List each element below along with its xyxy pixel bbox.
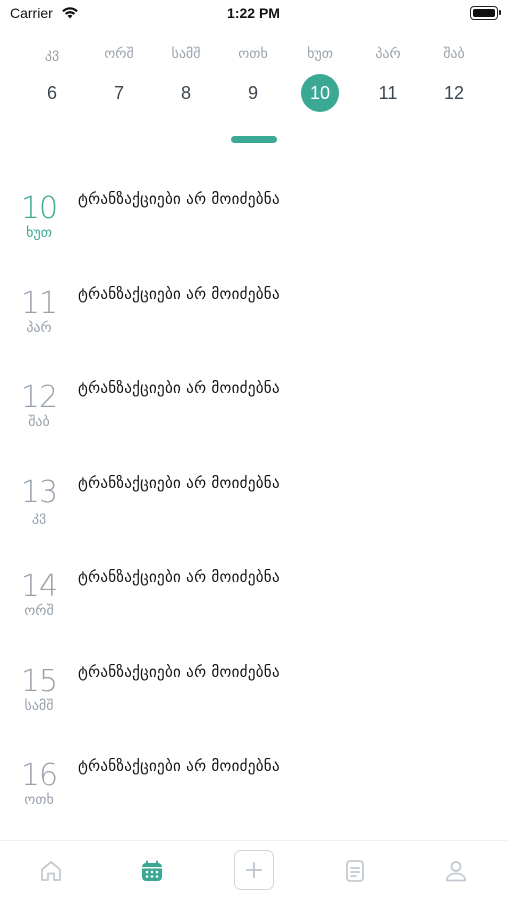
week-day-7[interactable]: ორშ 7 xyxy=(89,40,149,120)
drag-handle[interactable] xyxy=(231,136,277,143)
day-row[interactable]: 13 კვ ტრანზაქციები არ მოიძებნა xyxy=(0,454,507,549)
date-block: 14 ორშ xyxy=(8,570,70,620)
empty-transactions-message: ტრანზაქციები არ მოიძებნა xyxy=(78,379,280,397)
date-number: 11 xyxy=(20,285,58,321)
empty-transactions-message: ტრანზაქციები არ მოიძებნა xyxy=(78,757,280,775)
day-row[interactable]: 16 ოთხ ტრანზაქციები არ მოიძებნა xyxy=(0,737,507,832)
status-time: 1:22 PM xyxy=(227,5,280,21)
tab-profile[interactable] xyxy=(436,851,476,891)
date-block: 13 კვ xyxy=(8,474,70,526)
date-block: 16 ოთხ xyxy=(8,759,70,809)
date-number: 10 xyxy=(20,191,58,226)
home-icon xyxy=(38,858,64,884)
status-bar: Carrier 1:22 PM xyxy=(0,0,507,30)
screen: Carrier 1:22 PM კვ 6 ორშ 7 სამშ 8 ოთხ 9 … xyxy=(0,0,507,900)
week-day-9[interactable]: ოთხ 9 xyxy=(223,40,283,120)
empty-transactions-message: ტრანზაქციები არ მოიძებნა xyxy=(78,284,280,303)
date-block: 11 პარ xyxy=(8,285,70,337)
profile-icon xyxy=(443,858,469,884)
tab-reports[interactable] xyxy=(335,851,375,891)
tab-bar xyxy=(0,840,507,900)
date-weekday: პარ xyxy=(26,319,52,336)
date-block: 10 ხუთ xyxy=(8,192,70,242)
date-weekday: სამშ xyxy=(24,697,54,714)
week-day-name: პარ xyxy=(375,46,401,62)
week-day-number: 9 xyxy=(247,83,258,103)
date-number: 13 xyxy=(20,474,58,510)
week-day-number: 11 xyxy=(378,83,398,103)
plus-icon xyxy=(244,860,264,880)
document-icon xyxy=(342,858,368,884)
week-day-name: ორშ xyxy=(104,46,134,62)
week-day-number: 8 xyxy=(180,83,191,103)
day-row[interactable]: 12 შაბ ტრანზაქციები არ მოიძებნა xyxy=(0,359,507,454)
day-row[interactable]: 15 სამშ ტრანზაქციები არ მოიძებნა xyxy=(0,643,507,738)
empty-transactions-message: ტრანზაქციები არ მოიძებნა xyxy=(78,473,280,492)
week-day-6[interactable]: კვ 6 xyxy=(22,40,82,120)
date-weekday: ოთხ xyxy=(24,792,54,808)
week-day-number: 10 xyxy=(301,74,339,112)
transaction-day-list: 10 ხუთ ტრანზაქციები არ მოიძებნა 11 პარ ტ… xyxy=(0,170,507,832)
battery-icon xyxy=(470,6,501,20)
date-number: 14 xyxy=(20,569,58,604)
date-weekday: ორშ xyxy=(24,603,54,619)
week-day-name: ოთხ xyxy=(238,46,268,62)
date-weekday: ხუთ xyxy=(26,225,52,241)
tab-calendar[interactable] xyxy=(132,851,172,891)
week-day-number: 7 xyxy=(113,83,124,103)
day-row[interactable]: 11 პარ ტრანზაქციები არ მოიძებნა xyxy=(0,265,507,360)
week-day-name: ხუთ xyxy=(307,46,333,62)
day-row[interactable]: 14 ორშ ტრანზაქციები არ მოიძებნა xyxy=(0,548,507,643)
tab-home[interactable] xyxy=(31,851,71,891)
empty-transactions-message: ტრანზაქციები არ მოიძებნა xyxy=(78,568,280,586)
date-number: 15 xyxy=(20,663,58,699)
calendar-icon xyxy=(139,858,165,884)
tab-add[interactable] xyxy=(234,850,274,890)
empty-transactions-message: ტრანზაქციები არ მოიძებნა xyxy=(78,190,280,208)
week-day-8[interactable]: სამშ 8 xyxy=(156,40,216,120)
week-day-12[interactable]: შაბ 12 xyxy=(424,40,484,120)
date-weekday: კვ xyxy=(31,508,47,525)
date-weekday: შაბ xyxy=(28,414,50,430)
week-day-10-selected[interactable]: ხუთ 10 xyxy=(290,40,350,120)
empty-transactions-message: ტრანზაქციები არ მოიძებნა xyxy=(78,662,280,681)
week-day-name: სამშ xyxy=(171,46,201,62)
week-day-11[interactable]: პარ 11 xyxy=(358,40,418,120)
date-block: 12 შაბ xyxy=(8,381,70,431)
date-number: 16 xyxy=(20,758,58,793)
week-day-number: 12 xyxy=(443,83,465,103)
week-day-name: შაბ xyxy=(443,46,465,62)
date-number: 12 xyxy=(20,380,58,415)
date-block: 15 სამშ xyxy=(8,663,70,715)
week-strip: კვ 6 ორშ 7 სამშ 8 ოთხ 9 ხუთ 10 პარ 11 შა… xyxy=(20,40,487,120)
week-day-name: კვ xyxy=(44,46,60,62)
day-row[interactable]: 10 ხუთ ტრანზაქციები არ მოიძებნა xyxy=(0,170,507,265)
week-day-number: 6 xyxy=(46,83,57,103)
